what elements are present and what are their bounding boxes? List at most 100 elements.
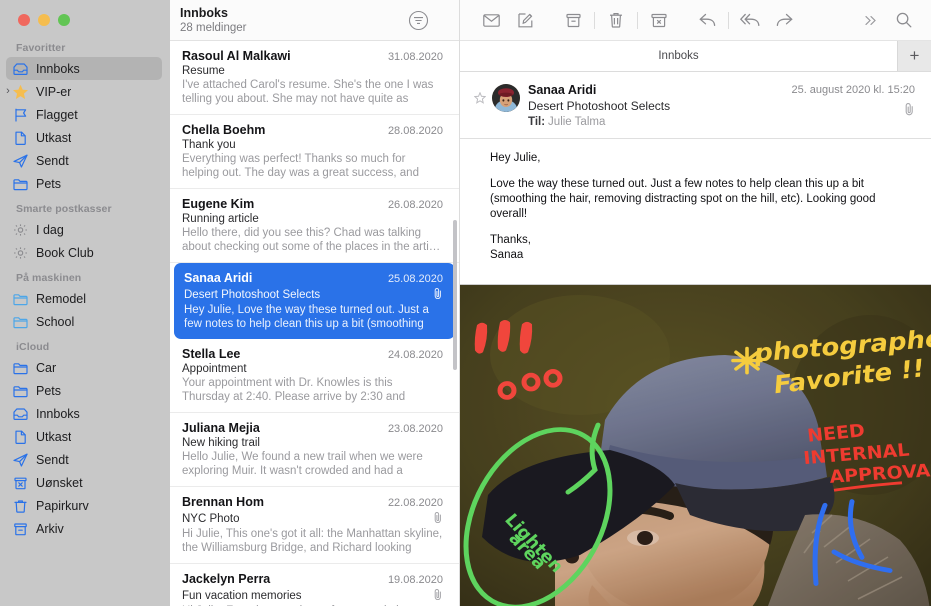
message-subject: New hiking trail xyxy=(182,437,260,449)
sidebar-item-remodel[interactable]: Remodel xyxy=(6,287,162,310)
reply-all-button[interactable] xyxy=(733,6,767,34)
sidebar-item-car[interactable]: Car xyxy=(6,356,162,379)
message-sender: Stella Lee xyxy=(182,347,241,361)
compose-button[interactable] xyxy=(508,6,542,34)
message-list-item[interactable]: Brennan Hom 22.08.2020 NYC Photo Hi Julie, … xyxy=(170,487,459,564)
message-sender: Chella Boehm xyxy=(182,123,266,137)
toolbar-divider xyxy=(728,11,729,29)
message-header: Sanaa Aridi Desert Photoshoot Selects Ti… xyxy=(460,72,931,139)
sidebar-item-label: Car xyxy=(36,360,57,375)
sidebar-item-label: School xyxy=(36,314,75,329)
message-list-item[interactable]: Sanaa Aridi 25.08.2020 Desert Photoshoot S… xyxy=(174,263,455,339)
recipient-label: Til: xyxy=(528,116,546,128)
message-list-item[interactable]: Rasoul Al Malkawi 31.08.2020 Resume I've at… xyxy=(170,41,459,115)
annotated-photo-attachment[interactable]: photographer's Favorite !! NEED INTERNAL… xyxy=(460,284,931,606)
sidebar-item-u-nsket[interactable]: Uønsket xyxy=(6,471,162,494)
message-list-item[interactable]: Stella Lee 24.08.2020 Appointment Your appo… xyxy=(170,339,459,413)
junk-button[interactable] xyxy=(642,6,676,34)
archive-icon xyxy=(10,521,30,537)
toolbar-divider xyxy=(594,11,595,29)
message-snippet: Your appointment with Dr. Knowles is thi… xyxy=(182,377,406,403)
sidebar-item-pets[interactable]: Pets xyxy=(6,172,162,195)
sidebar-item-innboks[interactable]: Innboks xyxy=(6,402,162,425)
folder-icon xyxy=(10,176,30,192)
sidebar-item-pets[interactable]: Pets xyxy=(6,379,162,402)
sidebar-section-title: På maskinen xyxy=(16,272,82,284)
message-list-item[interactable]: Chella Boehm 28.08.2020 Thank you Everythin… xyxy=(170,115,459,189)
junk-icon xyxy=(10,475,30,491)
sidebar-section-title: Favoritter xyxy=(16,42,66,54)
sidebar-item-label: Utkast xyxy=(36,429,72,444)
reply-button[interactable] xyxy=(690,6,724,34)
sidebar-item-flagget[interactable]: Flagget xyxy=(6,103,162,126)
message-list-scrollbar[interactable] xyxy=(453,220,457,370)
archive-button[interactable] xyxy=(556,6,590,34)
mark-unread-button[interactable] xyxy=(474,6,508,34)
gear-icon xyxy=(10,222,30,238)
sender-avatar xyxy=(492,84,520,112)
sidebar-item-arkiv[interactable]: Arkiv xyxy=(6,517,162,540)
new-tab-button[interactable]: + xyxy=(897,41,931,71)
sidebar-item-sendt[interactable]: Sendt xyxy=(6,149,162,172)
inbox-icon xyxy=(10,406,30,422)
message-list-column: Innboks 28 meldinger Rasoul Al Malkawi 31… xyxy=(170,0,460,606)
sent-paperplane-icon xyxy=(10,153,30,169)
message-subject: Running article xyxy=(182,213,259,225)
sidebar-item-utkast[interactable]: Utkast xyxy=(6,126,162,149)
markup-annotations-layer: photographer's Favorite !! NEED INTERNAL… xyxy=(463,319,931,606)
minimize-button[interactable] xyxy=(38,14,50,26)
flag-star-icon[interactable] xyxy=(473,82,492,107)
sidebar-item-label: Sendt xyxy=(36,153,69,168)
message-timestamp: 25. august 2020 kl. 15:20 xyxy=(791,84,915,96)
message-list-item[interactable]: Juliana Mejia 23.08.2020 New hiking trail H… xyxy=(170,413,459,487)
toolbar xyxy=(460,0,931,40)
message-date: 22.08.2020 xyxy=(387,497,443,509)
sidebar-item-papirkurv[interactable]: Papirkurv xyxy=(6,494,162,517)
sidebar-item-label: Book Club xyxy=(36,245,94,260)
sidebar-item-label: Sendt xyxy=(36,452,69,467)
folder-icon xyxy=(10,314,30,330)
message-list-item[interactable]: Eugene Kim 26.08.2020 Running article Hello… xyxy=(170,189,459,263)
sidebar-item-sendt[interactable]: Sendt xyxy=(6,448,162,471)
message-snippet: Hey Julie, Love the way these turned out… xyxy=(184,304,429,330)
message-body: Hey Julie, Love the way these turned out.… xyxy=(460,139,931,284)
recipient-value: Julie Talma xyxy=(548,116,606,128)
message-subject: Desert Photoshoot Selects xyxy=(528,99,671,113)
annotation-exclamations xyxy=(474,319,563,400)
message-sender: Rasoul Al Malkawi xyxy=(182,49,291,63)
chevron-right-icon[interactable]: › xyxy=(2,86,14,97)
sort-filter-icon[interactable] xyxy=(408,10,429,31)
paperclip-icon[interactable] xyxy=(904,102,915,119)
forward-button[interactable] xyxy=(767,6,801,34)
sidebar-item-innboks[interactable]: Innboks xyxy=(6,57,162,80)
sidebar-item-school[interactable]: School xyxy=(6,310,162,333)
sidebar-item-label: Utkast xyxy=(36,130,72,145)
sidebar-item-vip-er[interactable]: › VIP-er xyxy=(6,80,162,103)
message-sender: Juliana Mejia xyxy=(182,421,260,435)
tab-innboks[interactable]: Innboks xyxy=(460,41,897,71)
sidebar: Favoritter Innboks › VIP-er Flagget Utkast Sen… xyxy=(0,0,170,606)
inbox-icon xyxy=(10,61,30,77)
message-list[interactable]: Rasoul Al Malkawi 31.08.2020 Resume I've at… xyxy=(170,41,459,606)
message-date: 23.08.2020 xyxy=(387,423,443,435)
sidebar-item-utkast[interactable]: Utkast xyxy=(6,425,162,448)
search-button[interactable] xyxy=(887,6,921,34)
message-list-item[interactable]: Jackelyn Perra 19.08.2020 Fun vacation mem… xyxy=(170,564,459,606)
trash-icon xyxy=(10,498,30,514)
sidebar-item-label: Pets xyxy=(36,383,62,398)
mail-app-window: Favoritter Innboks › VIP-er Flagget Utkast Sen… xyxy=(0,0,931,606)
draft-page-icon xyxy=(10,429,30,445)
close-button[interactable] xyxy=(18,14,30,26)
sidebar-item-label: Remodel xyxy=(36,291,87,306)
annotation-need: NEED xyxy=(806,421,866,447)
maximize-button[interactable] xyxy=(58,14,70,26)
folder-icon xyxy=(10,360,30,376)
sidebar-item-label: Innboks xyxy=(36,61,80,76)
delete-button[interactable] xyxy=(599,6,633,34)
sidebar-item-i-dag[interactable]: I dag xyxy=(6,218,162,241)
sidebar-section-title: iCloud xyxy=(16,341,50,353)
sidebar-item-book-club[interactable]: Book Club xyxy=(6,241,162,264)
more-toolbar-button[interactable] xyxy=(853,6,887,34)
message-body-line: Love the way these turned out. Just a fe… xyxy=(490,178,876,220)
toolbar-divider xyxy=(637,11,638,29)
